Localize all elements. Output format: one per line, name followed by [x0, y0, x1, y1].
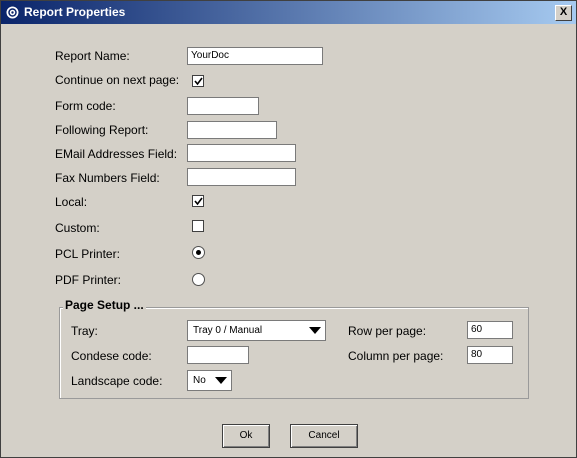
tray-label: Tray:: [71, 324, 98, 338]
chevron-down-icon: [215, 377, 227, 384]
fax-field-input[interactable]: [187, 168, 296, 186]
chevron-down-icon: [309, 327, 321, 334]
checkmark-icon: [194, 197, 203, 206]
landscape-code-label: Landscape code:: [71, 374, 163, 388]
form-code-label: Form code:: [55, 99, 116, 113]
checkmark-icon: [194, 77, 203, 86]
custom-label: Custom:: [55, 221, 100, 235]
window-title: Report Properties: [24, 5, 126, 19]
local-checkbox[interactable]: [192, 195, 204, 207]
report-name-label: Report Name:: [55, 49, 130, 63]
close-button[interactable]: X: [555, 5, 572, 21]
email-field-label: EMail Addresses Field:: [55, 147, 178, 161]
report-properties-dialog: Report Properties X Report Name: YourDoc…: [0, 0, 577, 458]
pdf-printer-label: PDF Printer:: [55, 273, 122, 287]
row-per-page-input[interactable]: 60: [467, 321, 513, 339]
pdf-printer-radio[interactable]: [192, 273, 205, 286]
ok-button[interactable]: Ok: [222, 424, 270, 448]
pcl-printer-radio[interactable]: [192, 246, 205, 259]
report-name-input[interactable]: YourDoc: [187, 47, 323, 65]
column-per-page-input[interactable]: 80: [467, 346, 513, 364]
custom-checkbox[interactable]: [192, 220, 204, 232]
continue-next-page-checkbox[interactable]: [192, 75, 204, 87]
form-code-input[interactable]: [187, 97, 259, 115]
local-label: Local:: [55, 195, 88, 209]
pcl-printer-label: PCL Printer:: [55, 247, 120, 261]
tray-select[interactable]: Tray 0 / Manual: [187, 320, 326, 341]
column-per-page-label: Column per page:: [348, 349, 444, 363]
cancel-button[interactable]: Cancel: [290, 424, 358, 448]
following-report-input[interactable]: [187, 121, 277, 139]
following-report-label: Following Report:: [55, 123, 149, 137]
condese-code-label: Condese code:: [71, 349, 152, 363]
email-field-input[interactable]: [187, 144, 296, 162]
condese-code-input[interactable]: [187, 346, 249, 364]
fax-field-label: Fax Numbers Field:: [55, 171, 160, 185]
tray-value: Tray 0 / Manual: [193, 325, 263, 336]
landscape-code-value: No: [193, 375, 206, 386]
title-bar[interactable]: Report Properties X: [1, 1, 576, 24]
continue-next-page-label: Continue on next page:: [55, 73, 180, 87]
row-per-page-label: Row per page:: [348, 324, 427, 338]
app-icon: [5, 5, 20, 20]
close-icon: X: [559, 6, 568, 18]
page-setup-legend: Page Setup ...: [63, 297, 146, 313]
landscape-code-select[interactable]: No: [187, 370, 232, 391]
radio-selected-icon: [196, 250, 201, 255]
